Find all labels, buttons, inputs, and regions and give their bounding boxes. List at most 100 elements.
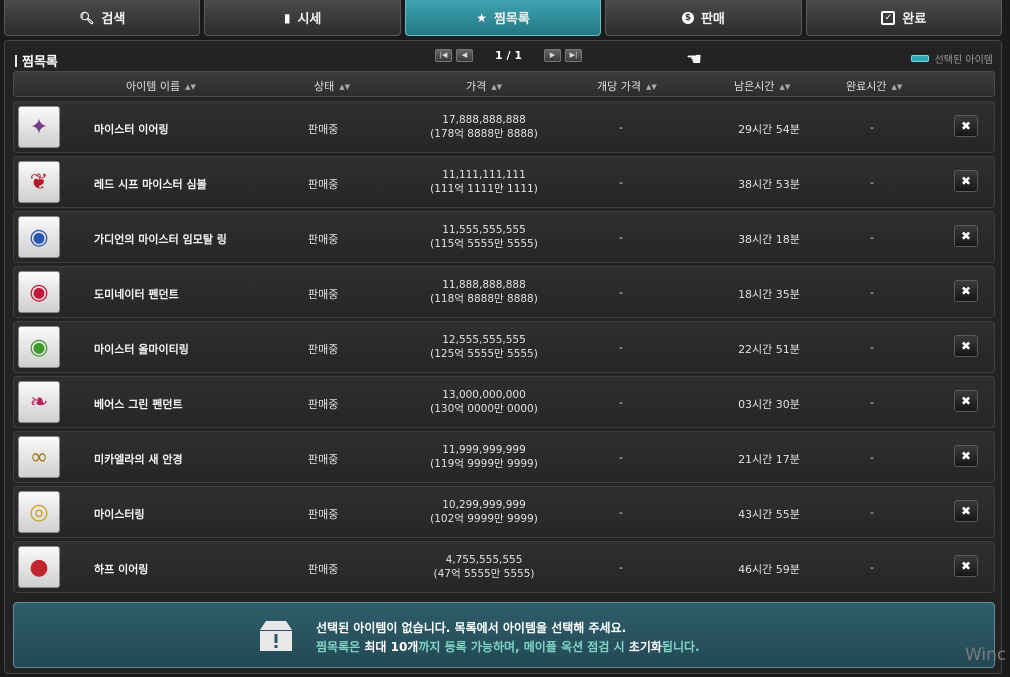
table-row[interactable]: ◉ 도미네이터 펜던트 판매중 11,888,888,888 (118억 8888만 8… — [13, 266, 995, 318]
tab-label: 시세 — [297, 12, 322, 27]
item-thumbnail: ∞ — [18, 436, 60, 478]
item-price: 11,555,555,555 (115억 5555만 5555) — [384, 223, 584, 251]
price-value: 4,755,555,555 — [445, 554, 523, 566]
next-page-button[interactable]: ▶ — [543, 49, 561, 62]
pagination: |◀ ◀ 1 / 1 ▶ ▶| — [435, 49, 582, 62]
price-korean: (102억 9999만 9999) — [430, 513, 538, 525]
remove-button[interactable]: ✖ — [954, 500, 978, 522]
item-remaining-time: 43시간 55분 — [738, 508, 800, 521]
price-korean: (111억 1111만 1111) — [430, 183, 538, 195]
legend-swatch — [910, 55, 929, 62]
price-korean: (125억 5555만 5555) — [430, 348, 538, 360]
wishlist-panel: 찜목록 |◀ ◀ 1 / 1 ▶ ▶| 선택된 아이템 아이템 이름 ▲▼ 상태 ▲… — [4, 40, 1002, 674]
table-row[interactable]: ◉ 가디언의 마이스터 임모탈 링 판매중 11,555,555,555 (115억 5… — [13, 211, 995, 263]
sort-icon: ▲▼ — [339, 83, 351, 91]
watermark: Winc — [965, 645, 1007, 665]
hand-cursor-icon: ☚ — [686, 49, 703, 70]
tab-price-history[interactable]: ▮ 시세 — [204, 0, 401, 36]
coin-icon: $ — [681, 11, 694, 24]
column-header-completed[interactable]: 완료시간 ▲▼ — [846, 78, 902, 94]
prev-page-button[interactable]: ◀ — [456, 49, 473, 62]
item-status: 판매중 — [308, 123, 339, 136]
item-remaining-time: 29시간 54분 — [738, 123, 800, 136]
table-row[interactable]: ❧ 베어스 그린 펜던트 판매중 13,000,000,000 (130억 0000만 … — [13, 376, 995, 428]
item-price: 10,299,999,999 (102억 9999만 9999) — [384, 498, 584, 526]
item-price: 11,111,111,111 (111억 1111만 1111) — [384, 168, 584, 196]
item-remaining-time: 22시간 51분 — [738, 343, 800, 356]
star-icon: ★ — [476, 10, 487, 25]
chart-icon: ▮ — [283, 10, 291, 25]
close-icon: ✖ — [960, 449, 972, 463]
tab-wishlist[interactable]: ★ 찜목록 — [404, 0, 602, 36]
remove-button[interactable]: ✖ — [954, 280, 978, 302]
price-korean: (130억 0000만 0000) — [430, 403, 538, 415]
item-completed-time: - — [870, 286, 874, 299]
remove-button[interactable]: ✖ — [954, 335, 978, 357]
last-page-button[interactable]: ▶| — [564, 49, 582, 62]
item-name: 가디언의 마이스터 임모탈 링 — [94, 233, 227, 246]
item-unit-price: - — [619, 341, 623, 354]
info-notice-part: 됩니다. — [661, 640, 700, 654]
tab-label: 판매 — [700, 12, 725, 27]
price-value: 11,888,888,888 — [442, 279, 526, 291]
sort-icon: ▲▼ — [491, 83, 503, 91]
first-page-button[interactable]: |◀ — [435, 49, 452, 62]
tab-completed[interactable]: ✓ 완료 — [805, 0, 1003, 36]
column-label: 완료시간 — [846, 80, 887, 93]
item-thumbnail: ◉ — [18, 216, 60, 258]
ring-icon: ◉ — [29, 334, 49, 360]
item-thumbnail: ◉ — [18, 271, 60, 313]
tab-label: 검색 — [101, 12, 126, 27]
item-completed-time: - — [870, 121, 874, 134]
price-korean: (115억 5555만 5555) — [430, 238, 538, 250]
tab-search[interactable]: 🔍︎ 검색 — [4, 0, 201, 36]
column-header-unit-price[interactable]: 개당 가격 ▲▼ — [597, 78, 657, 94]
remove-button[interactable]: ✖ — [954, 390, 978, 412]
item-remaining-time: 38시간 18분 — [738, 233, 800, 246]
table-row[interactable]: ❦ 레드 시프 마이스터 심볼 판매중 11,111,111,111 (111억 111… — [13, 156, 995, 208]
item-unit-price: - — [619, 176, 623, 189]
remove-button[interactable]: ✖ — [954, 115, 978, 137]
remove-button[interactable]: ✖ — [954, 170, 978, 192]
close-icon: ✖ — [960, 284, 972, 298]
column-header-price[interactable]: 가격 ▲▼ — [466, 78, 502, 94]
item-status: 판매중 — [308, 178, 339, 191]
earring-icon: ● — [29, 554, 49, 580]
item-name: 레드 시프 마이스터 심볼 — [94, 178, 207, 191]
item-completed-time: - — [870, 231, 874, 244]
remove-button[interactable]: ✖ — [954, 225, 978, 247]
price-value: 11,999,999,999 — [442, 444, 526, 456]
remove-button[interactable]: ✖ — [954, 555, 978, 577]
item-price: 4,755,555,555 (47억 5555만 5555) — [384, 553, 584, 581]
item-list: ✦ 마이스터 이어링 판매중 17,888,888,888 (178억 8888만 88… — [13, 101, 995, 596]
item-name: 미카엘라의 새 안경 — [94, 453, 183, 466]
tab-label: 완료 — [902, 12, 927, 27]
price-korean: (47억 5555만 5555) — [433, 568, 535, 580]
table-row[interactable]: ✦ 마이스터 이어링 판매중 17,888,888,888 (178억 8888만 88… — [13, 101, 995, 153]
item-unit-price: - — [619, 506, 623, 519]
price-korean: (119억 9999만 9999) — [430, 458, 538, 470]
item-completed-time: - — [870, 341, 874, 354]
column-header-remaining[interactable]: 남은시간 ▲▼ — [734, 78, 790, 94]
box-icon — [260, 621, 292, 651]
remove-button[interactable]: ✖ — [954, 445, 978, 467]
item-thumbnail: ◎ — [18, 491, 60, 533]
table-row[interactable]: ◉ 마이스터 올마이티링 판매중 12,555,555,555 (125억 5555만 … — [13, 321, 995, 373]
pendant-icon: ❧ — [29, 389, 49, 415]
column-header-status[interactable]: 상태 ▲▼ — [314, 78, 350, 94]
item-name: 마이스터 이어링 — [94, 123, 169, 136]
item-name: 하프 이어링 — [94, 563, 149, 576]
item-name: 마이스터 올마이티링 — [94, 343, 189, 356]
close-icon: ✖ — [960, 229, 972, 243]
column-label: 아이템 이름 — [126, 80, 181, 93]
search-icon: 🔍︎ — [79, 10, 95, 25]
table-header: 아이템 이름 ▲▼ 상태 ▲▼ 가격 ▲▼ 개당 가격 ▲▼ 남은시간 ▲▼ 완료시간 ▲▼ — [13, 71, 995, 97]
tab-sell[interactable]: $ 판매 — [605, 0, 802, 36]
column-header-name[interactable]: 아이템 이름 ▲▼ — [126, 78, 196, 94]
table-row[interactable]: ● 하프 이어링 판매중 4,755,555,555 (47억 5555만 5555) -… — [13, 541, 995, 593]
price-value: 17,888,888,888 — [442, 114, 526, 126]
item-thumbnail: ● — [18, 546, 60, 588]
table-row[interactable]: ◎ 마이스터링 판매중 10,299,999,999 (102억 9999만 9999)… — [13, 486, 995, 538]
table-row[interactable]: ∞ 미카엘라의 새 안경 판매중 11,999,999,999 (119억 9999만 … — [13, 431, 995, 483]
item-status: 판매중 — [308, 508, 339, 521]
